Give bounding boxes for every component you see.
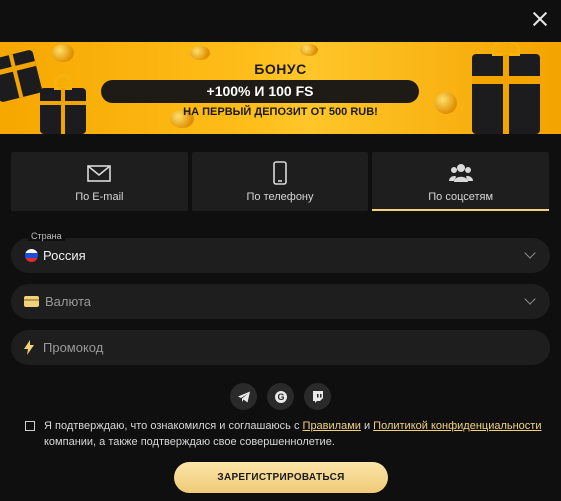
coin-decoration bbox=[52, 44, 74, 62]
coin-decoration bbox=[190, 46, 210, 60]
google-button[interactable]: G bbox=[267, 383, 294, 410]
country-select[interactable]: Россия bbox=[11, 238, 550, 273]
wallet-icon bbox=[24, 296, 39, 307]
chevron-down-icon bbox=[524, 293, 536, 305]
registration-tabs: По E-mail По телефону По соцсетям bbox=[11, 152, 550, 211]
tab-phone[interactable]: По телефону bbox=[191, 152, 369, 211]
tab-email[interactable]: По E-mail bbox=[11, 152, 188, 211]
currency-placeholder: Валюта bbox=[45, 294, 91, 309]
phone-icon bbox=[273, 161, 287, 185]
bonus-title: БОНУС bbox=[254, 61, 307, 77]
promocode-input[interactable]: Промокод bbox=[11, 330, 550, 365]
google-icon: G bbox=[274, 390, 287, 403]
svg-text:G: G bbox=[277, 392, 284, 402]
terms-text: Я подтверждаю, что ознакомился и соглаша… bbox=[44, 420, 542, 448]
country-label: Страна bbox=[28, 231, 65, 241]
twitch-icon bbox=[312, 390, 323, 403]
lightning-icon bbox=[24, 340, 34, 355]
tab-social-label: По соцсетям bbox=[428, 191, 494, 203]
currency-select[interactable]: Валюта bbox=[11, 284, 550, 319]
envelope-icon bbox=[87, 165, 112, 182]
bonus-banner: БОНУС +100% И 100 FS НА ПЕРВЫЙ ДЕПОЗИТ О… bbox=[0, 42, 561, 134]
terms-checkbox[interactable] bbox=[25, 421, 35, 431]
promocode-placeholder: Промокод bbox=[43, 340, 104, 355]
telegram-button[interactable] bbox=[230, 383, 257, 410]
coin-decoration bbox=[300, 44, 318, 56]
privacy-policy-link[interactable]: Политикой конфиденциальности bbox=[373, 420, 541, 432]
russia-flag-icon bbox=[25, 249, 38, 262]
chevron-down-icon bbox=[524, 247, 536, 259]
country-value: Россия bbox=[43, 248, 86, 263]
tab-social[interactable]: По соцсетям bbox=[372, 152, 550, 211]
bonus-subtitle: НА ПЕРВЫЙ ДЕПОЗИТ ОТ 500 RUB! bbox=[183, 106, 378, 118]
people-icon bbox=[448, 164, 473, 182]
close-button[interactable] bbox=[531, 10, 549, 28]
tab-phone-label: По телефону bbox=[246, 191, 314, 203]
social-login-buttons: G bbox=[230, 383, 331, 410]
telegram-icon bbox=[237, 391, 250, 402]
bonus-offer: +100% И 100 FS bbox=[101, 80, 419, 103]
tab-email-label: По E-mail bbox=[75, 191, 124, 203]
register-button[interactable]: ЗАРЕГИСТРИРОВАТЬСЯ bbox=[174, 462, 388, 493]
terms-agreement: Я подтверждаю, что ознакомился и соглаша… bbox=[25, 418, 545, 450]
rules-link[interactable]: Правилами bbox=[303, 420, 361, 432]
twitch-button[interactable] bbox=[304, 383, 331, 410]
